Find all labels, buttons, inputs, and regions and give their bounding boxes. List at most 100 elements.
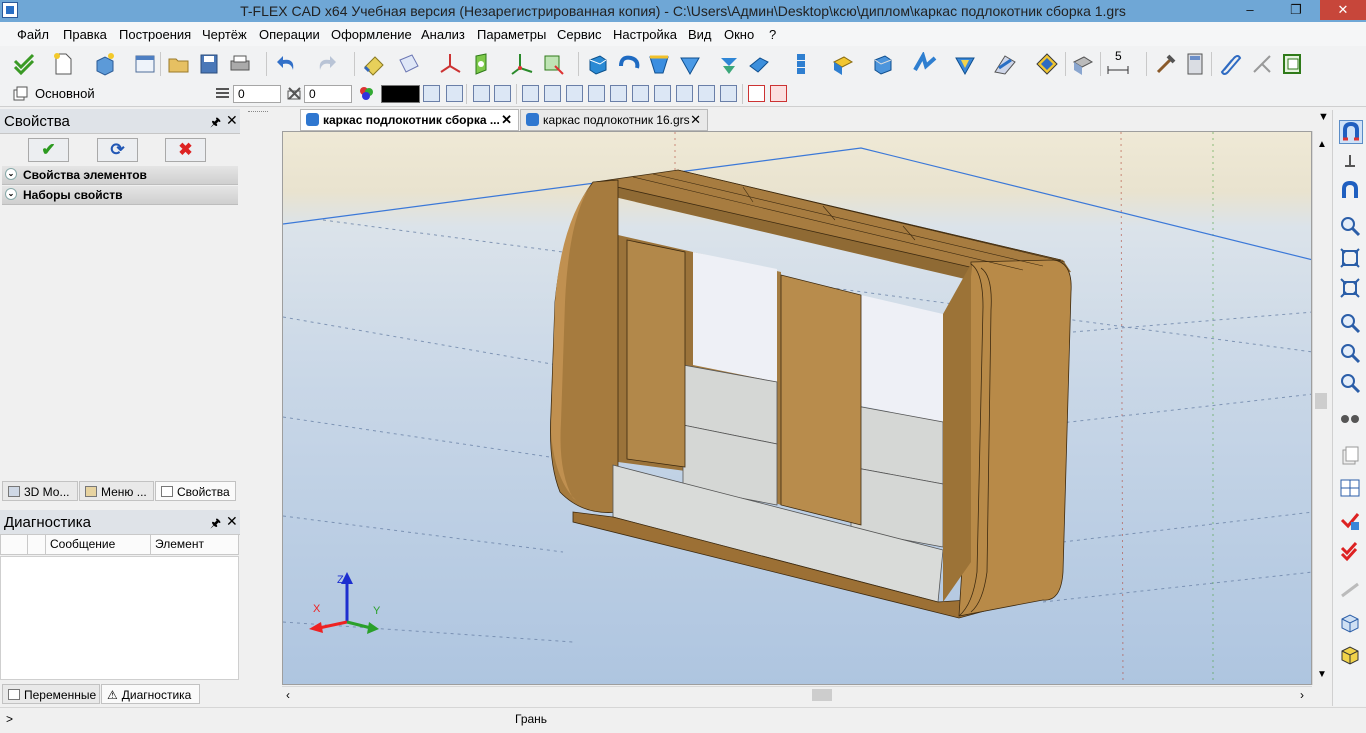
double-check-icon[interactable] xyxy=(1339,540,1361,562)
eraser-icon[interactable] xyxy=(362,52,386,76)
tab-menu[interactable]: Меню ... xyxy=(79,481,154,501)
fillet-icon[interactable] xyxy=(871,52,895,76)
loft-icon[interactable] xyxy=(647,52,671,76)
rotation-icon[interactable] xyxy=(617,52,641,76)
3d-node-icon[interactable] xyxy=(470,52,494,76)
filter-3d-nodes-icon[interactable] xyxy=(632,85,649,102)
coordinate-system-icon[interactable] xyxy=(438,52,462,76)
3d-profile-icon[interactable] xyxy=(541,52,565,76)
menu-help[interactable]: ? xyxy=(769,27,776,42)
workplane-icon[interactable] xyxy=(397,52,421,76)
grid-icon[interactable] xyxy=(1339,477,1361,499)
undo-icon[interactable] xyxy=(275,52,299,76)
measure-disabled-icon[interactable] xyxy=(1339,578,1361,600)
filter-text-icon[interactable] xyxy=(588,85,605,102)
column-header-icon[interactable] xyxy=(0,534,28,555)
sweep-icon[interactable] xyxy=(678,52,702,76)
menu-window[interactable]: Окно xyxy=(724,27,754,42)
filter-lines-icon[interactable] xyxy=(522,85,539,102)
menu-file[interactable]: Файл xyxy=(17,27,49,42)
layers-icon[interactable] xyxy=(12,85,29,102)
tab-document-assembly[interactable]: каркас подлокотник сборка ... ✕ xyxy=(300,109,519,131)
3d-viewport[interactable]: Z X Y xyxy=(282,131,1312,685)
scroll-right-icon[interactable]: › xyxy=(1300,688,1304,702)
horizontal-scrollbar[interactable]: ‹ › xyxy=(282,686,1312,704)
material-icon[interactable] xyxy=(1035,52,1059,76)
zoom-all-icon[interactable] xyxy=(1339,247,1361,269)
confirm-icon[interactable] xyxy=(12,52,36,76)
pin-snap-icon[interactable] xyxy=(1339,152,1361,174)
select-body-icon[interactable] xyxy=(748,85,765,102)
save-icon[interactable] xyxy=(197,52,221,76)
print-icon[interactable] xyxy=(228,52,252,76)
boolean-icon[interactable] xyxy=(831,52,855,76)
magnet-icon[interactable] xyxy=(1339,180,1361,202)
close-button[interactable]: ✕ xyxy=(1320,0,1366,20)
color-palette-icon[interactable] xyxy=(358,85,375,102)
filter-nodes-icon[interactable] xyxy=(544,85,561,102)
filter-graphics-icon[interactable] xyxy=(566,85,583,102)
menu-analysis[interactable]: Анализ xyxy=(421,27,465,42)
magnet-snap-icon[interactable] xyxy=(1339,120,1363,144)
menu-service[interactable]: Сервис xyxy=(557,27,602,42)
tab-diagnostics[interactable]: ⚠ Диагностика xyxy=(101,684,200,704)
filter-vertices-icon[interactable] xyxy=(720,85,737,102)
command-prompt[interactable]: > xyxy=(6,712,13,726)
measure-icon[interactable] xyxy=(1250,52,1274,76)
filter-dimensions-icon[interactable] xyxy=(610,85,627,102)
new-3d-model-icon[interactable] xyxy=(93,52,117,76)
level-input[interactable]: 0 xyxy=(233,85,281,103)
column-header-element[interactable]: Элемент xyxy=(150,534,239,555)
select-operation-icon[interactable] xyxy=(770,85,787,102)
layer-name[interactable]: Основной xyxy=(35,86,95,101)
document-window-icon[interactable] xyxy=(133,52,157,76)
vertical-scroll-thumb[interactable] xyxy=(1315,393,1327,409)
scroll-down-icon[interactable]: ▼ xyxy=(1317,669,1327,680)
tab-document-part[interactable]: каркас подлокотник 16.grs ✕ xyxy=(520,109,708,131)
vertical-scrollbar[interactable]: ▲ ▼ xyxy=(1312,131,1330,685)
calculator-icon[interactable] xyxy=(1183,52,1207,76)
filter-faces-icon[interactable] xyxy=(676,85,693,102)
zoom-previous-icon[interactable] xyxy=(1339,372,1361,394)
pipe-icon[interactable] xyxy=(747,52,771,76)
section-property-sets[interactable]: ⌄ Наборы свойств xyxy=(2,186,238,205)
attach-icon[interactable] xyxy=(1218,52,1242,76)
zoom-window-icon[interactable] xyxy=(1339,215,1361,237)
menu-parameters[interactable]: Параметры xyxy=(477,27,546,42)
section-icon[interactable] xyxy=(993,52,1017,76)
tab-properties[interactable]: Свойства xyxy=(155,481,236,501)
pages-icon[interactable] xyxy=(1339,444,1361,466)
minimize-button[interactable]: – xyxy=(1227,0,1273,20)
snap-off-icon[interactable] xyxy=(494,85,511,102)
menu-settings[interactable]: Настройка xyxy=(613,27,677,42)
zoom-out-icon[interactable] xyxy=(1339,342,1361,364)
menu-drawing[interactable]: Чертёж xyxy=(202,27,247,42)
tab-variables[interactable]: Переменные xyxy=(2,684,100,704)
menu-design[interactable]: Оформление xyxy=(331,27,412,42)
report-icon[interactable] xyxy=(1280,52,1304,76)
close-icon[interactable]: ✕ xyxy=(226,112,238,129)
blend-icon[interactable] xyxy=(913,50,937,76)
shaded-cube-icon[interactable] xyxy=(1339,644,1361,666)
dimension-icon[interactable]: 5 xyxy=(1106,49,1130,76)
horizontal-scroll-thumb[interactable] xyxy=(812,689,832,701)
close-icon[interactable]: ✕ xyxy=(226,513,238,530)
menu-operations[interactable]: Операции xyxy=(259,27,320,42)
tabs-dropdown-icon[interactable]: ▼ xyxy=(1318,111,1329,123)
column-header-type[interactable] xyxy=(27,534,46,555)
redo-icon[interactable] xyxy=(314,52,338,76)
glasses-icon[interactable] xyxy=(1339,408,1361,430)
variables-icon[interactable] xyxy=(1154,52,1178,76)
close-tab-icon[interactable]: ✕ xyxy=(690,110,701,130)
snap-icon[interactable] xyxy=(473,85,490,102)
close-tab-icon[interactable]: ✕ xyxy=(501,110,512,130)
menu-edit[interactable]: Правка xyxy=(63,27,107,42)
hide-show-icon[interactable] xyxy=(1071,52,1095,76)
column-header-message[interactable]: Сообщение xyxy=(45,534,151,555)
scroll-up-icon[interactable]: ▲ xyxy=(1317,139,1327,150)
filter-3d-profiles-icon[interactable] xyxy=(654,85,671,102)
open-file-icon[interactable] xyxy=(167,52,191,76)
spiral-icon[interactable] xyxy=(717,52,741,76)
array-icon[interactable] xyxy=(789,52,813,76)
cancel-button[interactable]: ✖ xyxy=(165,138,206,162)
